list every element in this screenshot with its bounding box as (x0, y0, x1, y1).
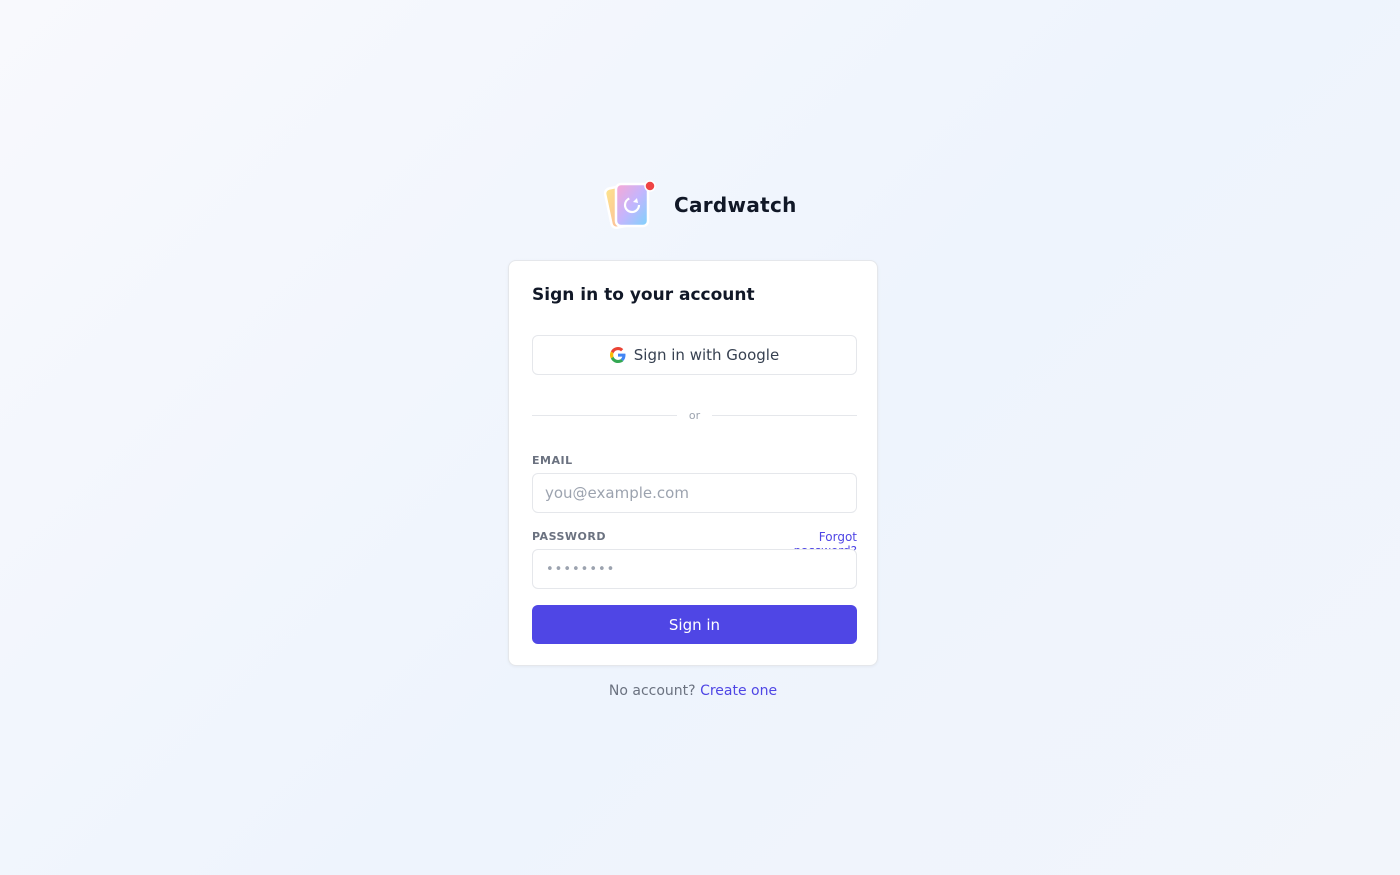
email-label: EMAIL (532, 454, 573, 467)
brand-header: Cardwatch (603, 178, 797, 232)
google-g-icon (609, 347, 626, 363)
password-masked-value: •••••••• (546, 561, 616, 577)
google-sign-in-label: Sign in with Google (633, 346, 780, 364)
card-title: Sign in to your account (532, 285, 755, 305)
create-account-footer: No account? Create one (508, 683, 878, 699)
divider-text: or (688, 408, 701, 422)
password-label: PASSWORD (532, 530, 607, 543)
brand-name: Cardwatch (674, 193, 797, 217)
sign-in-card: Sign in to your account Sign in with Goo… (508, 260, 878, 666)
password-input[interactable]: •••••••• (532, 549, 857, 589)
email-input[interactable] (532, 473, 857, 513)
login-page: Cardwatch Sign in to your account Sign i… (0, 0, 1400, 875)
divider-line-left (532, 414, 677, 416)
card-refresh-logo-icon (603, 178, 658, 232)
no-account-prompt: No account? (608, 683, 701, 699)
google-sign-in-button[interactable]: Sign in with Google (532, 335, 857, 375)
or-divider: or (532, 405, 858, 425)
sign-in-button[interactable]: Sign in (532, 605, 857, 644)
divider-line-right (712, 414, 858, 416)
create-account-link[interactable]: Create one (700, 683, 777, 699)
